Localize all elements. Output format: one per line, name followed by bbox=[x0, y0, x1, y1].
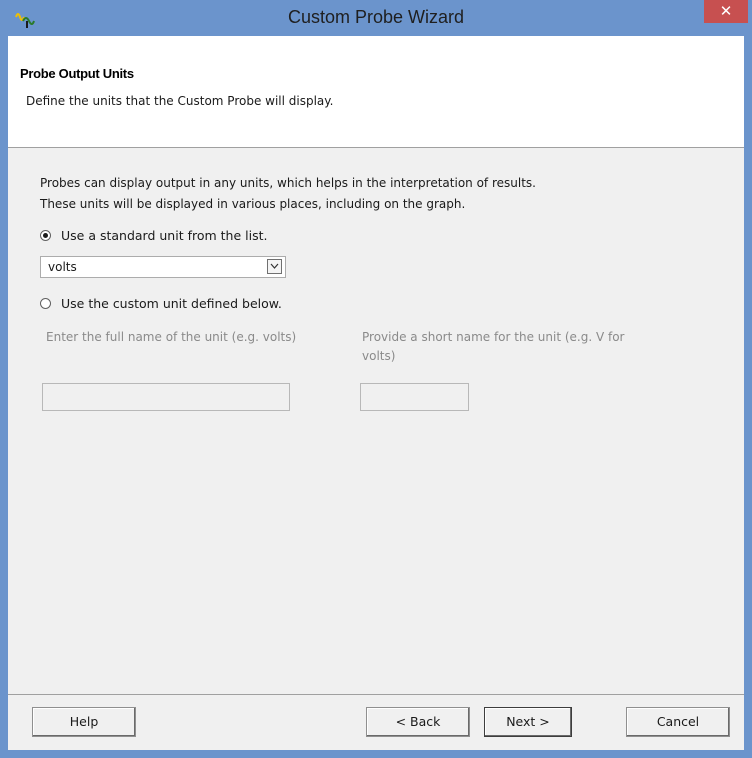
unit-select[interactable]: volts bbox=[40, 256, 286, 278]
close-button[interactable]: ✕ bbox=[704, 0, 748, 23]
short-name-label-line-2: volts) bbox=[362, 349, 396, 363]
chevron-down-icon[interactable] bbox=[267, 259, 282, 274]
wizard-window: Custom Probe Wizard ✕ Probe Output Units… bbox=[0, 0, 752, 758]
help-button[interactable]: Help bbox=[32, 707, 136, 737]
back-button[interactable]: < Back bbox=[366, 707, 470, 737]
option-standard-unit[interactable]: Use a standard unit from the list. bbox=[40, 226, 267, 244]
window-title: Custom Probe Wizard bbox=[287, 7, 465, 27]
option-custom-unit[interactable]: Use the custom unit defined below. bbox=[40, 294, 282, 312]
full-name-input[interactable] bbox=[42, 383, 290, 411]
next-button[interactable]: Next > bbox=[484, 707, 572, 737]
custom-unit-radio[interactable] bbox=[40, 297, 51, 309]
short-name-label-line-1: Provide a short name for the unit (e.g. … bbox=[362, 330, 625, 344]
custom-unit-label: Use the custom unit defined below. bbox=[61, 295, 282, 311]
unit-select-value: volts bbox=[48, 260, 77, 274]
standard-unit-radio[interactable] bbox=[40, 229, 51, 241]
title-bar[interactable]: Custom Probe Wizard ✕ bbox=[0, 0, 752, 36]
description-line-1: Probes can display output in any units, … bbox=[40, 176, 536, 190]
cancel-button[interactable]: Cancel bbox=[626, 707, 730, 737]
wizard-header: Probe Output Units Define the units that… bbox=[8, 36, 744, 148]
wizard-client-area: Probe Output Units Define the units that… bbox=[8, 36, 744, 750]
page-title: Probe Output Units bbox=[20, 66, 134, 81]
standard-unit-label: Use a standard unit from the list. bbox=[61, 227, 268, 243]
short-name-input[interactable] bbox=[360, 383, 469, 411]
wizard-footer: Help < Back Next > Cancel bbox=[8, 694, 744, 750]
page-subtitle: Define the units that the Custom Probe w… bbox=[26, 94, 334, 108]
full-name-label: Enter the full name of the unit (e.g. vo… bbox=[46, 330, 297, 344]
description-line-2: These units will be displayed in various… bbox=[40, 197, 466, 211]
